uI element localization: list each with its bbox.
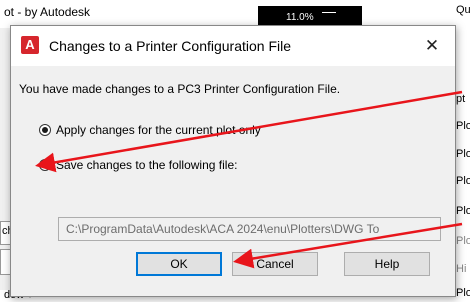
option-label: Save changes to the following file: (56, 158, 238, 172)
file-path-field[interactable]: C:\ProgramData\Autodesk\ACA 2024\enu\Plo… (58, 217, 441, 241)
dialog-message: You have made changes to a PC3 Printer C… (19, 82, 341, 96)
radio-button-checked[interactable] (39, 124, 51, 136)
background-panel-item: Plo (456, 148, 470, 160)
background-panel-item: Plo (456, 205, 470, 217)
dialog-titlebar[interactable]: A Changes to a Printer Configuration Fil… (11, 26, 455, 66)
background-panel-item: Plo (456, 120, 470, 132)
background-panel-item: Plo (456, 235, 470, 247)
background-panel-item: Hi (456, 263, 467, 275)
dialog-title: Changes to a Printer Configuration File (49, 38, 292, 54)
help-button[interactable]: Help (344, 252, 430, 276)
background-zoom-slider (322, 12, 336, 13)
background-panel-item: pt (456, 93, 466, 105)
radio-button-unchecked[interactable] (39, 159, 51, 171)
printer-config-dialog: A Changes to a Printer Configuration Fil… (10, 25, 456, 297)
autocad-app-icon: A (21, 36, 39, 54)
file-path-value: C:\ProgramData\Autodesk\ACA 2024\enu\Plo… (66, 222, 380, 236)
background-panel-item: Plo (456, 287, 470, 299)
option-label: Apply changes for the current plot only (56, 123, 261, 137)
background-app-title: ot - by Autodesk (4, 5, 91, 19)
ok-button[interactable]: OK (136, 252, 222, 276)
background-panel-item: Plo (456, 175, 470, 187)
background-zoom-value: 11.0% (286, 12, 314, 23)
close-icon[interactable]: ✕ (415, 31, 449, 61)
cancel-button[interactable]: Cancel (232, 252, 318, 276)
background-app-titlebar: ot - by Autodesk (0, 0, 470, 28)
background-panel-item: Qualit (456, 4, 470, 16)
